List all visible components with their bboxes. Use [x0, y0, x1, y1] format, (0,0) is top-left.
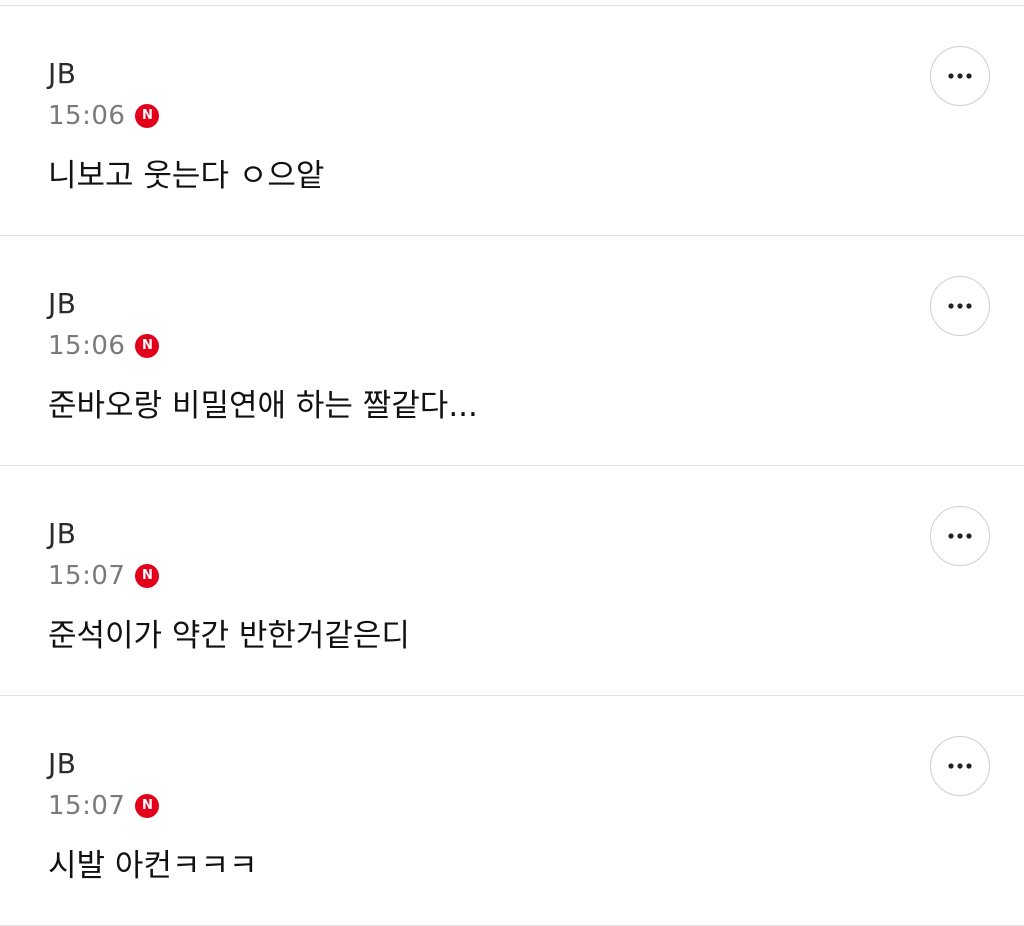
- comment-meta: 15:06 N: [48, 330, 160, 362]
- more-options-button[interactable]: [930, 736, 990, 796]
- more-horizontal-icon: [948, 763, 972, 769]
- comment-author[interactable]: JB: [48, 748, 76, 780]
- comment-meta: 15:07 N: [48, 790, 160, 822]
- comment-item: JB 15:07 N 시발 아컨ㅋㅋㅋ: [0, 696, 1024, 926]
- more-horizontal-icon: [948, 533, 972, 539]
- new-badge-icon: N: [135, 564, 160, 588]
- comment-list: JB 15:06 N 니보고 웃는다 ㅇ으앝 JB 15:06 N 준바오랑 비…: [0, 6, 1024, 926]
- more-horizontal-icon: [948, 303, 972, 309]
- comment-time: 15:07: [48, 561, 126, 591]
- comment-text: 준석이가 약간 반한거같은디: [48, 618, 410, 654]
- new-badge-icon: N: [135, 334, 160, 358]
- more-options-button[interactable]: [930, 276, 990, 336]
- more-options-button[interactable]: [930, 506, 990, 566]
- comment-time: 15:06: [48, 101, 126, 131]
- comment-text: 니보고 웃는다 ㅇ으앝: [48, 158, 325, 194]
- comment-meta: 15:07 N: [48, 560, 160, 592]
- comment-text: 준바오랑 비밀연애 하는 짤같다...: [48, 388, 478, 424]
- more-options-button[interactable]: [930, 46, 990, 106]
- comment-author[interactable]: JB: [48, 518, 76, 550]
- more-horizontal-icon: [948, 73, 972, 79]
- comment-text: 시발 아컨ㅋㅋㅋ: [48, 848, 258, 884]
- comment-time: 15:07: [48, 791, 126, 821]
- comment-time: 15:06: [48, 331, 126, 361]
- comment-item: JB 15:06 N 니보고 웃는다 ㅇ으앝: [0, 6, 1024, 236]
- new-badge-icon: N: [135, 794, 160, 818]
- comment-item: JB 15:07 N 준석이가 약간 반한거같은디: [0, 466, 1024, 696]
- comment-author[interactable]: JB: [48, 288, 76, 320]
- comment-item: JB 15:06 N 준바오랑 비밀연애 하는 짤같다...: [0, 236, 1024, 466]
- comment-author[interactable]: JB: [48, 58, 76, 90]
- comment-meta: 15:06 N: [48, 100, 160, 132]
- new-badge-icon: N: [135, 104, 160, 128]
